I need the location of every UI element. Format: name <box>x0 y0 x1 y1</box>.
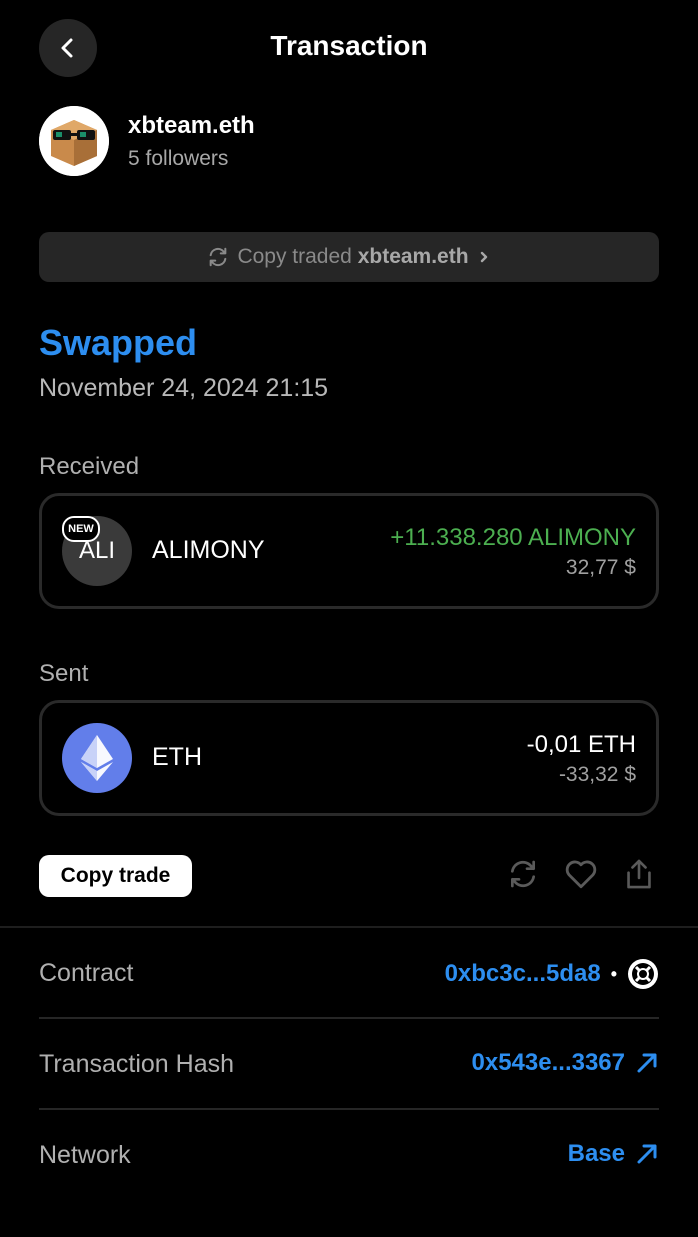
external-link-icon <box>637 1144 657 1164</box>
followers-count: 5 followers <box>128 147 229 170</box>
sent-token-name: ETH <box>152 743 202 771</box>
contract-scanner-icon <box>628 959 658 989</box>
username[interactable]: xbteam.eth <box>128 112 255 140</box>
received-usd-value: 32,77 $ <box>565 556 636 579</box>
sent-label: Sent <box>39 660 89 687</box>
transaction-hash-label: Transaction Hash <box>39 1050 234 1078</box>
network-link[interactable]: Base <box>568 1140 659 1168</box>
ethereum-icon <box>62 723 132 793</box>
repeat-icon <box>210 247 227 267</box>
new-badge: NEW <box>62 516 100 542</box>
network-value: Base <box>567 1140 625 1167</box>
avatar[interactable] <box>39 106 109 176</box>
transaction-date: November 24, 2024 21:15 <box>39 374 329 402</box>
sent-usd-value: -33,32 $ <box>558 763 636 786</box>
transaction-status: Swapped <box>39 322 198 363</box>
contract-label: Contract <box>39 959 134 987</box>
copy-traded-prefix: Copy traded <box>237 245 352 268</box>
separator-dot: • <box>610 963 617 984</box>
transaction-hash-link[interactable]: 0x543e...3367 <box>472 1049 659 1077</box>
sent-amount: -0,01 ETH <box>526 731 636 758</box>
received-label: Received <box>39 453 140 480</box>
copy-trade-button[interactable]: Copy trade <box>39 855 192 897</box>
transaction-hash-value: 0x543e...3367 <box>471 1049 625 1076</box>
copy-traded-name: xbteam.eth <box>357 245 469 268</box>
contract-value[interactable]: 0xbc3c...5da8 • <box>445 958 659 990</box>
received-token-card[interactable]: ALI NEW ALIMONY +11.338.280 ALIMONY 32,7… <box>39 493 659 609</box>
received-amount: +11.338.280 ALIMONY <box>390 524 636 551</box>
sent-token-card[interactable]: ETH -0,01 ETH -33,32 $ <box>39 700 659 816</box>
avatar-image <box>39 106 109 176</box>
repeat-icon[interactable] <box>505 856 541 892</box>
section-divider <box>0 926 698 928</box>
row-divider <box>39 1017 659 1019</box>
share-icon[interactable] <box>621 856 657 892</box>
external-link-icon <box>637 1053 657 1073</box>
contract-address: 0xbc3c...5da8 <box>444 960 601 987</box>
row-divider <box>39 1108 659 1110</box>
received-token-name: ALIMONY <box>152 536 265 564</box>
chevron-right-icon <box>480 251 487 263</box>
page-title: Transaction <box>270 30 428 61</box>
network-label: Network <box>39 1141 131 1169</box>
heart-icon[interactable] <box>563 856 599 892</box>
copy-traded-bar[interactable]: Copy traded xbteam.eth <box>39 232 659 282</box>
